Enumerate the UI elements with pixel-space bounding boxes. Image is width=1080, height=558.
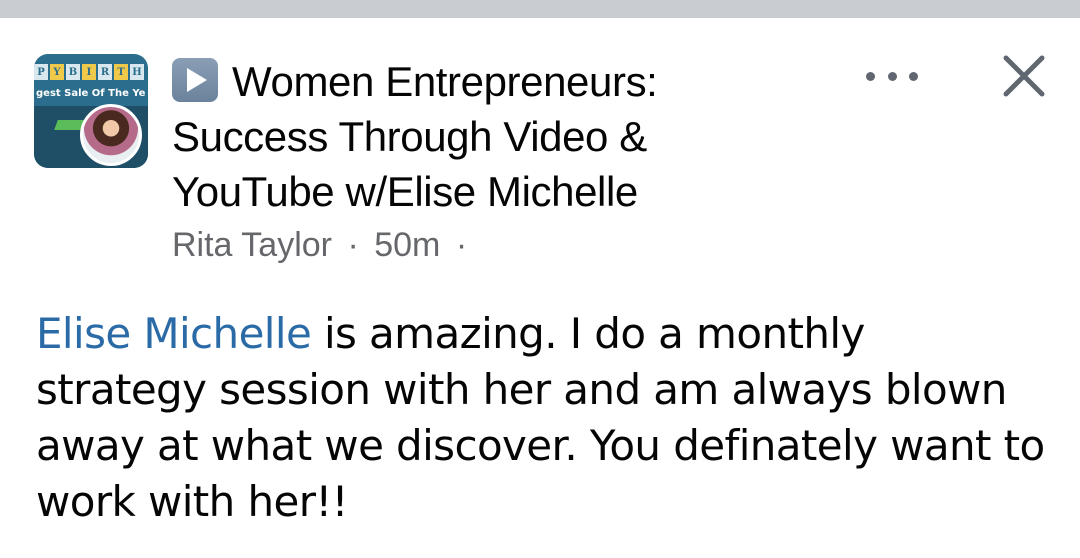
- post-body: Elise Michelle is amazing. I do a monthl…: [36, 306, 1046, 530]
- banner-tile: T: [114, 64, 128, 80]
- meta-separator: ·: [347, 226, 359, 264]
- banner-tile: H: [130, 64, 144, 80]
- banner-tile: B: [66, 64, 80, 80]
- thumbnail-banner-text: gest Sale Of The Ye: [36, 88, 146, 99]
- close-icon[interactable]: [998, 50, 1050, 102]
- banner-tile: R: [98, 64, 112, 80]
- banner-tile: P: [34, 64, 48, 80]
- post-title-text: Women Entrepreneurs: Success Through Vid…: [172, 58, 658, 215]
- dot: [887, 71, 897, 81]
- mention-link[interactable]: Elise Michelle: [36, 309, 312, 358]
- group-thumbnail[interactable]: P Y B I R T H gest Sale Of The Ye: [34, 54, 148, 168]
- banner-tile: I: [82, 64, 96, 80]
- post-meta: Rita Taylor · 50m ·: [172, 223, 473, 267]
- dot: [909, 71, 918, 81]
- more-options-icon[interactable]: [866, 66, 918, 86]
- thumbnail-banner: P Y B I R T H: [34, 64, 148, 82]
- post-title[interactable]: Women Entrepreneurs: Success Through Vid…: [172, 54, 732, 219]
- author-name[interactable]: Rita Taylor: [172, 226, 332, 264]
- status-strip: [0, 0, 1080, 18]
- post-timestamp[interactable]: 50m: [374, 226, 440, 264]
- play-button-icon: [172, 58, 218, 102]
- meta-separator: ·: [455, 226, 468, 264]
- banner-tile: Y: [50, 64, 64, 80]
- post-card: P Y B I R T H gest Sale Of The Ye Women …: [0, 18, 1080, 558]
- dot: [866, 71, 875, 81]
- author-avatar[interactable]: [80, 104, 142, 166]
